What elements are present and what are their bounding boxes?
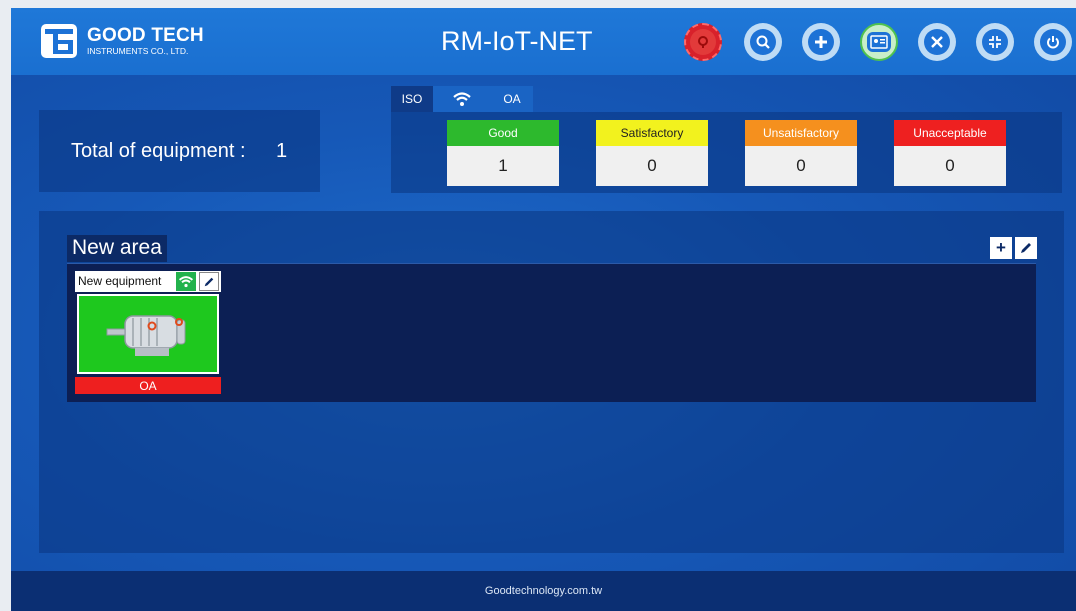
edit-equipment-button[interactable] bbox=[199, 272, 219, 291]
status-count: 1 bbox=[447, 146, 559, 186]
status-label: Unsatisfactory bbox=[745, 120, 857, 146]
wifi-icon bbox=[453, 92, 471, 106]
tab-iso[interactable]: ISO bbox=[391, 86, 433, 112]
pencil-icon bbox=[1021, 243, 1031, 253]
status-card-good: Good 1 bbox=[447, 120, 559, 186]
equipment-image[interactable] bbox=[77, 294, 219, 374]
tab-wifi[interactable] bbox=[433, 86, 491, 112]
search-button[interactable] bbox=[744, 23, 782, 61]
status-label: Satisfactory bbox=[596, 120, 708, 146]
total-equipment-label: Total of equipment : bbox=[71, 140, 246, 162]
status-label: Good bbox=[447, 120, 559, 146]
wifi-status-icon bbox=[176, 272, 196, 291]
tools-button[interactable] bbox=[918, 23, 956, 61]
equipment-card: New equipment OA bbox=[75, 271, 221, 395]
area-title[interactable]: New area bbox=[67, 235, 167, 262]
add-button[interactable] bbox=[802, 23, 840, 61]
area-toolbar: + bbox=[990, 237, 1037, 259]
goodtech-logo-icon bbox=[41, 24, 77, 58]
status-count: 0 bbox=[596, 146, 708, 186]
header-bar: GOOD TECH INSTRUMENTS CO., LTD. RM-IoT-N… bbox=[11, 8, 1076, 75]
area-equipment-list: New equipment OA bbox=[67, 263, 1036, 402]
status-count: 0 bbox=[894, 146, 1006, 186]
company-logo: GOOD TECH INSTRUMENTS CO., LTD. bbox=[39, 22, 239, 62]
status-summary-panel: Good 1 Satisfactory 0 Unsatisfactory 0 U… bbox=[391, 112, 1062, 193]
app-window: GOOD TECH INSTRUMENTS CO., LTD. RM-IoT-N… bbox=[11, 8, 1076, 611]
edit-area-button[interactable] bbox=[1015, 237, 1037, 259]
status-card-satisfactory: Satisfactory 0 bbox=[596, 120, 708, 186]
motor-icon bbox=[106, 315, 186, 356]
status-card-unsatisfactory: Unsatisfactory 0 bbox=[745, 120, 857, 186]
alarm-button[interactable] bbox=[684, 23, 722, 61]
alarm-icon bbox=[690, 29, 716, 55]
compress-button[interactable] bbox=[976, 23, 1014, 61]
id-card-icon bbox=[867, 32, 891, 52]
plus-icon: + bbox=[996, 238, 1006, 257]
total-equipment-value: 1 bbox=[276, 140, 288, 162]
equipment-name: New equipment bbox=[78, 274, 162, 288]
status-count: 0 bbox=[745, 146, 857, 186]
power-icon bbox=[1040, 29, 1066, 55]
footer: Goodtechnology.com.tw bbox=[11, 571, 1076, 611]
search-icon bbox=[750, 29, 776, 55]
area-panel: New area + New equipment OA bbox=[39, 211, 1064, 553]
equipment-header: New equipment bbox=[75, 271, 221, 292]
brand-subtitle: INSTRUMENTS CO., LTD. bbox=[87, 46, 189, 56]
id-card-button[interactable] bbox=[860, 23, 898, 61]
compress-icon bbox=[982, 29, 1008, 55]
status-label: Unacceptable bbox=[894, 120, 1006, 146]
total-equipment-panel: Total of equipment : 1 bbox=[39, 110, 320, 192]
app-title: RM-IoT-NET bbox=[441, 26, 593, 56]
brand-name: GOOD TECH bbox=[87, 25, 204, 46]
status-card-unacceptable: Unacceptable 0 bbox=[894, 120, 1006, 186]
add-icon bbox=[808, 29, 834, 55]
footer-website: Goodtechnology.com.tw bbox=[484, 585, 603, 597]
tools-icon bbox=[924, 29, 950, 55]
add-equipment-button[interactable]: + bbox=[990, 237, 1012, 259]
power-button[interactable] bbox=[1034, 23, 1072, 61]
equipment-status: OA bbox=[75, 377, 221, 394]
tab-oa[interactable]: OA bbox=[491, 86, 533, 112]
pencil-icon bbox=[204, 277, 214, 286]
